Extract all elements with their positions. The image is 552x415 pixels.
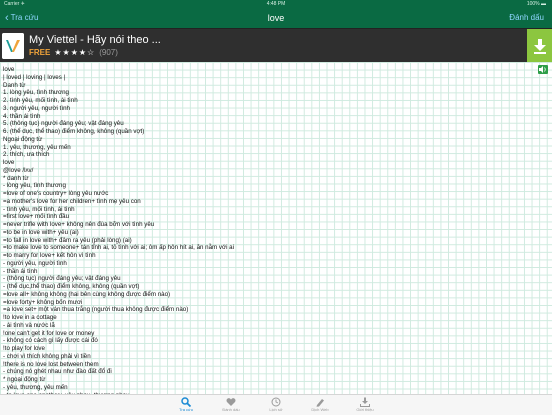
tab-history-label: Lịch sử bbox=[269, 407, 283, 412]
ad-subline: FREE ★★★★☆ (907) bbox=[29, 48, 118, 58]
tab-bar: Tra cứu Đánh dấu Lịch sử Dịch Web Giới t… bbox=[0, 394, 552, 415]
battery-indicator: 100% ▬ bbox=[526, 1, 546, 7]
definition-line: - ái tình và nước lã bbox=[3, 321, 55, 329]
definition-line: =love forty+ không bốn mươi bbox=[3, 298, 83, 306]
definition-line: love bbox=[3, 159, 15, 166]
definition-line: - thần ái tình bbox=[3, 267, 38, 275]
definition-line: =a love set+ một ván thua trắng (người t… bbox=[3, 306, 189, 314]
speaker-icon[interactable] bbox=[538, 65, 548, 74]
definition-view[interactable]: love | loved | loving | loves | Danh từ 1. … bbox=[0, 62, 552, 394]
definition-line: - người yêu, người tình bbox=[3, 259, 67, 267]
definition-line: - chơi vì thích không phải vì tiền bbox=[3, 352, 91, 360]
definition-line: - chúng nó ghét nhau như đào đất đổ đi bbox=[3, 368, 112, 376]
definition-line: =a mother's love for her children+ tình … bbox=[3, 197, 141, 205]
tab-about-label: Giới thiệu bbox=[356, 407, 374, 412]
navigation-bar: ‹ Tra cứu love Đánh dấu bbox=[0, 8, 552, 28]
definition-line: * ngoại động từ bbox=[3, 376, 46, 383]
ad-download-button[interactable] bbox=[527, 29, 552, 63]
status-time: 4:48 PM bbox=[266, 1, 286, 7]
definition-line: 1. lòng yêu, tình thương bbox=[3, 89, 69, 97]
definition-line: - yêu, thương, yêu mến bbox=[3, 383, 68, 391]
definition-line: - (thể dục,thể thao) điểm không, không (… bbox=[3, 283, 140, 290]
download-arrow-icon bbox=[533, 39, 546, 54]
viettel-logo-icon bbox=[2, 33, 24, 59]
definition-line: 1. yêu, thương, yêu mến bbox=[3, 143, 71, 151]
download-tray-icon bbox=[360, 397, 370, 407]
definition-line: @love /lʌv/ bbox=[3, 166, 34, 174]
definition-line: Danh từ bbox=[3, 81, 26, 89]
tab-history[interactable]: Lịch sử bbox=[256, 395, 296, 415]
definition-line: | loved | loving | loves | bbox=[3, 73, 66, 81]
status-bar: Carrier ✈ 4:48 PM 100% ▬ bbox=[0, 0, 552, 8]
definition-line: * danh từ bbox=[3, 174, 29, 182]
ad-price: FREE bbox=[29, 48, 51, 57]
search-icon bbox=[181, 397, 191, 407]
definition-line: 6. (thể dục, thể thao) điểm không, không… bbox=[3, 128, 145, 135]
definition-line: - (thông tục) người đáng yêu; vật đáng y… bbox=[3, 275, 121, 283]
definition-line: 2. tình yêu, mối tình, ái tình bbox=[3, 97, 78, 104]
definition-line: Ngoại động từ bbox=[3, 135, 43, 143]
definition-line: !one can't get it for love or money bbox=[3, 329, 95, 337]
tab-search[interactable]: Tra cứu bbox=[166, 395, 206, 415]
page-title: love bbox=[267, 13, 285, 23]
definition-line: =love all+ không không (hai bên cùng khô… bbox=[3, 290, 171, 298]
bookmark-button[interactable]: Đánh dấu bbox=[509, 11, 544, 25]
pen-icon bbox=[316, 399, 324, 407]
definition-line: =never trifle with love+ không nên đùa b… bbox=[3, 221, 155, 228]
definition-line: 3. người yêu, người tình bbox=[3, 104, 70, 112]
ad-title: My Viettel - Hãy nói theo ... bbox=[29, 34, 161, 46]
definition-line: !to play for love bbox=[3, 345, 45, 352]
rating-count: (907) bbox=[99, 48, 118, 57]
definition-line: =to marry for love+ kết hôn vì tình bbox=[3, 252, 96, 259]
definition-line: 4. thần ái tình bbox=[3, 112, 41, 120]
definition-line: =first love+ mối tình đầu bbox=[3, 213, 70, 221]
heart-icon bbox=[226, 398, 236, 406]
definition-line: 5. (thông tục) người đáng yêu; vật đáng … bbox=[3, 120, 124, 128]
definition-line: 2. thích, ưa thích bbox=[3, 151, 50, 159]
definition-line: =to be in love with+ yêu (ai) bbox=[3, 228, 79, 236]
tab-search-label: Tra cứu bbox=[179, 407, 193, 412]
tab-translate-web[interactable]: Dịch Web bbox=[300, 395, 340, 415]
definition-line: =to fall in love with+ đâm ra yêu (phải … bbox=[3, 236, 132, 244]
tab-translate-web-label: Dịch Web bbox=[311, 407, 329, 412]
tab-bookmarks-label: Đánh dấu bbox=[222, 407, 240, 412]
tab-bookmarks[interactable]: Đánh dấu bbox=[211, 395, 251, 415]
rating-stars-icon: ★★★★☆ bbox=[54, 48, 96, 57]
definition-text: love | loved | loving | loves | Danh từ 1. … bbox=[3, 66, 234, 394]
clock-icon bbox=[271, 397, 281, 407]
definition-line: - tình yêu, mối tình, ái tình bbox=[3, 205, 75, 213]
definition-line: love bbox=[3, 66, 15, 73]
tab-about[interactable]: Giới thiệu bbox=[345, 395, 385, 415]
definition-line: !there is no love lost between them bbox=[3, 360, 99, 368]
definition-line: - không có cách gì lấy được cái đó bbox=[3, 337, 98, 345]
ad-banner[interactable]: My Viettel - Hãy nói theo ... FREE ★★★★☆… bbox=[0, 28, 552, 64]
definition-line: =love of one's country+ lòng yêu nước bbox=[3, 190, 109, 197]
definition-line: - lòng yêu, tình thương bbox=[3, 182, 66, 190]
definition-line: !to love in a cottage bbox=[3, 314, 57, 321]
definition-line: =to make love to someone+ tán tỉnh ai, t… bbox=[3, 244, 234, 252]
